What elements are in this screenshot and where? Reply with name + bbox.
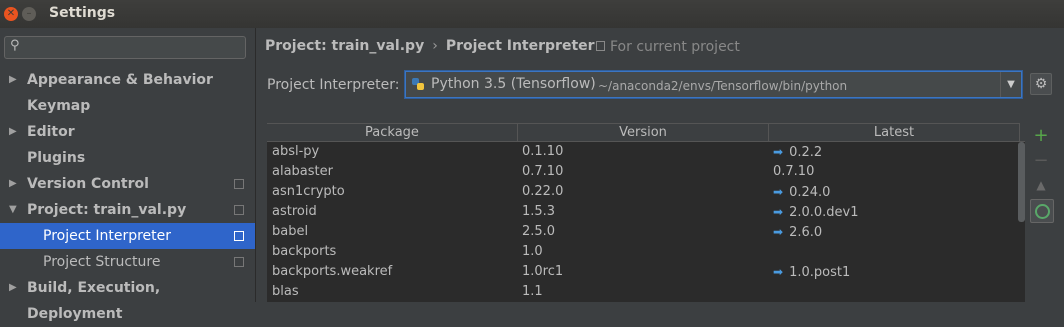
interpreter-label: Project Interpreter:	[267, 77, 400, 93]
expand-arrow-icon[interactable]: ▶	[9, 275, 17, 301]
project-scope-icon	[596, 41, 605, 51]
package-version: 1.1	[522, 284, 543, 299]
breadcrumb-project: Project: train_val.py	[265, 38, 425, 54]
table-row[interactable]: astroid 1.5.3 ➡ 2.0.0.dev1	[267, 202, 1025, 222]
scope-note-text: For current project	[610, 39, 740, 55]
sidebar-item-label: Project: train_val.py	[27, 202, 187, 218]
scope-note: For current project	[596, 39, 740, 55]
python-icon	[412, 78, 424, 90]
package-name: alabaster	[272, 164, 333, 179]
sidebar-item-label: Appearance & Behavior	[27, 72, 213, 88]
package-name: babel	[272, 224, 309, 239]
latest-version: 1.0.post1	[789, 265, 851, 280]
package-name: absl-py	[272, 144, 320, 159]
collapse-arrow-icon[interactable]: ▼	[9, 197, 17, 223]
sidebar-item-editor[interactable]: ▶ Editor	[0, 119, 255, 145]
sidebar-item-plugins[interactable]: Plugins	[0, 145, 255, 171]
upgrade-arrow-icon: ➡	[773, 205, 784, 219]
package-latest: ➡ 0.2.2	[773, 142, 822, 163]
add-package-icon[interactable]: +	[1030, 125, 1052, 147]
sidebar-item-project[interactable]: ▼ Project: train_val.py	[0, 197, 255, 223]
project-scope-icon	[234, 205, 244, 215]
package-version: 1.5.3	[522, 204, 556, 219]
project-scope-icon	[234, 231, 244, 241]
gear-icon[interactable]: ⚙	[1030, 73, 1052, 95]
table-row[interactable]: blas 1.1	[267, 282, 1025, 302]
table-header: Package Version Latest	[267, 123, 1025, 142]
sidebar-item-version-control[interactable]: ▶ Version Control	[0, 171, 255, 197]
chevron-down-icon[interactable]: ▼	[1000, 72, 1021, 97]
latest-version: 2.6.0	[789, 225, 823, 240]
breadcrumb-page: Project Interpreter	[445, 38, 595, 54]
title-bar: ✕ – Settings	[0, 0, 1064, 28]
package-name: asn1crypto	[272, 184, 345, 199]
column-header-version[interactable]: Version	[518, 123, 769, 141]
package-name: blas	[272, 284, 299, 299]
table-row[interactable]: asn1crypto 0.22.0 ➡ 0.24.0	[267, 182, 1025, 202]
package-version: 1.0	[522, 244, 543, 259]
settings-content: Project: train_val.py › Project Interprete…	[256, 28, 1064, 302]
sidebar-item-label: Project Interpreter	[43, 228, 172, 244]
close-button[interactable]: ✕	[4, 7, 18, 21]
package-version: 0.1.10	[522, 144, 564, 159]
package-version: 1.0rc1	[522, 264, 564, 279]
interpreter-path: ~/anaconda2/envs/Tensorflow/bin/python	[598, 79, 848, 93]
table-row[interactable]: babel 2.5.0 ➡ 2.6.0	[267, 222, 1025, 242]
package-latest: ➡ 1.0.post1	[773, 262, 850, 283]
package-name: backports.weakref	[272, 264, 393, 279]
expand-arrow-icon[interactable]: ▶	[9, 119, 17, 145]
sidebar-item-keymap[interactable]: Keymap	[0, 93, 255, 119]
sidebar-item-label: Editor	[27, 124, 75, 140]
refresh-icon[interactable]	[1030, 199, 1054, 223]
interpreter-name: Python 3.5 (Tensorflow)	[431, 76, 596, 92]
table-row[interactable]: alabaster 0.7.10 0.7.10	[267, 162, 1025, 182]
latest-version: 2.0.0.dev1	[789, 205, 859, 220]
project-scope-icon	[234, 257, 244, 267]
column-header-latest[interactable]: Latest	[769, 123, 1020, 141]
search-input[interactable]: ⚲	[4, 36, 246, 59]
window-title: Settings	[49, 5, 116, 21]
search-icon: ⚲	[10, 38, 20, 53]
remove-package-icon[interactable]: −	[1030, 150, 1052, 172]
package-name: astroid	[272, 204, 317, 219]
expand-arrow-icon[interactable]: ▶	[9, 67, 17, 93]
upgrade-arrow-icon: ➡	[773, 145, 784, 159]
breadcrumb: Project: train_val.py › Project Interprete…	[265, 38, 595, 54]
sidebar-item-build[interactable]: ▶ Build, Execution, Deployment	[0, 275, 255, 322]
upgrade-package-icon[interactable]: ▲	[1030, 174, 1052, 196]
expand-arrow-icon[interactable]: ▶	[9, 171, 17, 197]
sidebar-item-label: Project Structure	[43, 254, 161, 270]
latest-version: 0.24.0	[789, 185, 831, 200]
package-latest: ➡ 2.6.0	[773, 222, 822, 243]
table-row[interactable]: backports 1.0	[267, 242, 1025, 262]
sidebar-item-label: Plugins	[27, 150, 86, 166]
sidebar-item-project-interpreter[interactable]: Project Interpreter	[0, 223, 255, 249]
package-version: 2.5.0	[522, 224, 556, 239]
upgrade-arrow-icon: ➡	[773, 185, 784, 199]
sidebar-item-project-structure[interactable]: Project Structure	[0, 249, 255, 275]
latest-version: 0.7.10	[773, 164, 815, 179]
project-scope-icon	[234, 179, 244, 189]
sidebar-item-label: Keymap	[27, 98, 91, 114]
sidebar-item-label: Build, Execution, Deployment	[27, 280, 161, 322]
minimize-button[interactable]: –	[22, 7, 36, 21]
table-scrollbar[interactable]	[1018, 142, 1025, 222]
package-name: backports	[272, 244, 337, 259]
table-row[interactable]: absl-py 0.1.10 ➡ 0.2.2	[267, 142, 1025, 162]
table-row[interactable]: backports.weakref 1.0rc1 ➡ 1.0.post1	[267, 262, 1025, 282]
interpreter-select[interactable]: Python 3.5 (Tensorflow) ~/anaconda2/envs…	[405, 71, 1022, 98]
upgrade-arrow-icon: ➡	[773, 265, 784, 279]
settings-sidebar: ⚲ ▶ Appearance & Behavior Keymap ▶ Edito…	[0, 28, 256, 322]
packages-table: Package Version Latest absl-py 0.1.10 ➡ 0…	[267, 123, 1025, 302]
package-latest: ➡ 2.0.0.dev1	[773, 202, 859, 223]
package-version: 0.7.10	[522, 164, 564, 179]
package-latest: ➡ 0.24.0	[773, 182, 830, 203]
upgrade-arrow-icon: ➡	[773, 225, 784, 239]
package-version: 0.22.0	[522, 184, 564, 199]
latest-version: 0.2.2	[789, 145, 823, 160]
breadcrumb-separator: ›	[432, 38, 438, 54]
sidebar-item-appearance[interactable]: ▶ Appearance & Behavior	[0, 67, 255, 93]
sidebar-item-label: Version Control	[27, 176, 149, 192]
column-header-package[interactable]: Package	[267, 123, 518, 141]
